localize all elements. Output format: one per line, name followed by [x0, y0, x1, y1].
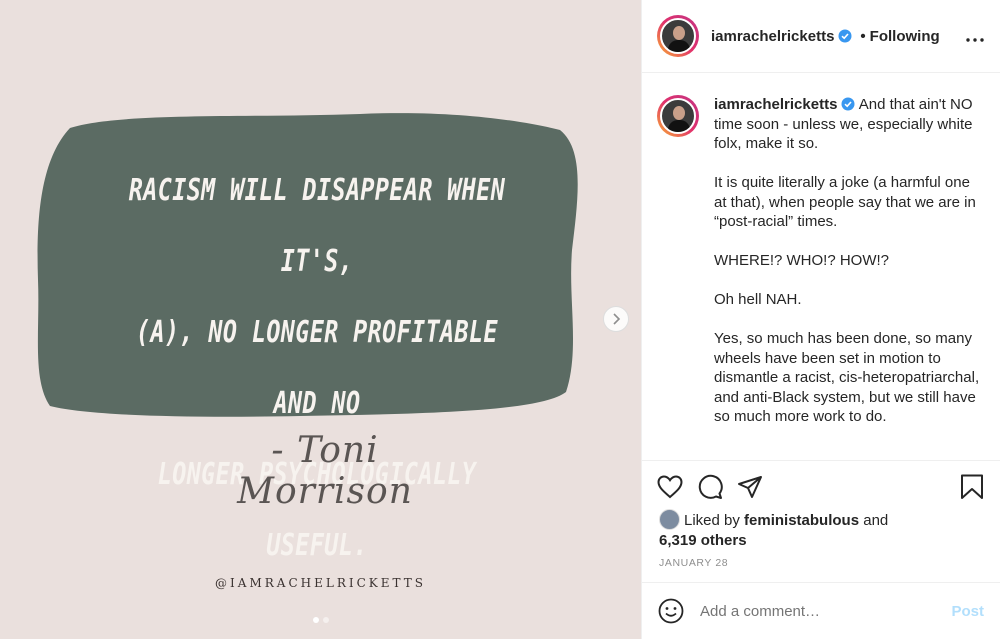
caption-paragraph: Oh hell NAH. [714, 291, 802, 308]
heart-icon[interactable] [657, 475, 683, 499]
quote-text: Racism will disappear when it's, (a), no… [118, 155, 516, 581]
liker-username[interactable]: feministabulous [744, 512, 859, 529]
likes-prefix: Liked by [684, 512, 740, 529]
header-username[interactable]: iamrachelricketts [711, 28, 834, 45]
post-image: Racism will disappear when it's, (a), no… [0, 0, 641, 639]
caption-paragraph: Yes, so much has been done, so many whee… [714, 330, 980, 425]
profile-avatar[interactable] [657, 15, 699, 57]
likes-others-count[interactable]: 6,319 others [659, 532, 747, 549]
carousel-indicator [0, 617, 641, 623]
caption-paragraph: WHERE!? WHO!? HOW!? [714, 252, 890, 269]
following-button[interactable]: Following [870, 28, 940, 45]
quote-author: - Toni Morrison [237, 430, 413, 512]
next-image-button[interactable] [603, 306, 629, 332]
post-date[interactable]: JANUARY 28 [659, 557, 728, 569]
caption-text: iamrachelricketts And that ain't NO time… [714, 95, 984, 460]
more-options-icon[interactable] [966, 26, 984, 47]
emoji-icon[interactable] [658, 598, 684, 624]
separator-dot: • [860, 27, 866, 45]
quote-line: (a), no longer profitable and no [136, 315, 498, 421]
likes-and: and [863, 512, 889, 529]
verified-badge-icon [838, 29, 852, 43]
caption-section: iamrachelricketts And that ain't NO time… [642, 73, 1000, 461]
comment-bar: Post [642, 582, 1000, 639]
action-bar [657, 472, 984, 502]
comment-icon[interactable] [697, 474, 723, 500]
caption-paragraph: It is quite literally a joke (a harmful … [714, 174, 976, 230]
caption-username[interactable]: iamrachelricketts [714, 96, 837, 113]
post-header: iamrachelricketts • Following [642, 0, 1000, 73]
liker-avatar[interactable] [659, 509, 680, 530]
image-watermark: @IAMRACHELRICKETTS [215, 576, 426, 590]
caption-avatar[interactable] [657, 95, 699, 137]
quote-line: Racism will disappear when it's, [128, 173, 506, 279]
verified-badge-icon [841, 97, 855, 111]
comment-input[interactable] [700, 602, 930, 620]
carousel-dot [322, 617, 329, 623]
chevron-right-icon [613, 313, 621, 325]
post-comment-button[interactable]: Post [951, 603, 984, 620]
bookmark-icon[interactable] [960, 474, 984, 500]
likes-summary: Liked by feministabulous and 6,319 other… [659, 509, 984, 550]
share-icon[interactable] [737, 475, 763, 499]
post-details-panel: iamrachelricketts • Following iamrachelr… [641, 0, 1000, 639]
carousel-dot-active [312, 617, 319, 623]
